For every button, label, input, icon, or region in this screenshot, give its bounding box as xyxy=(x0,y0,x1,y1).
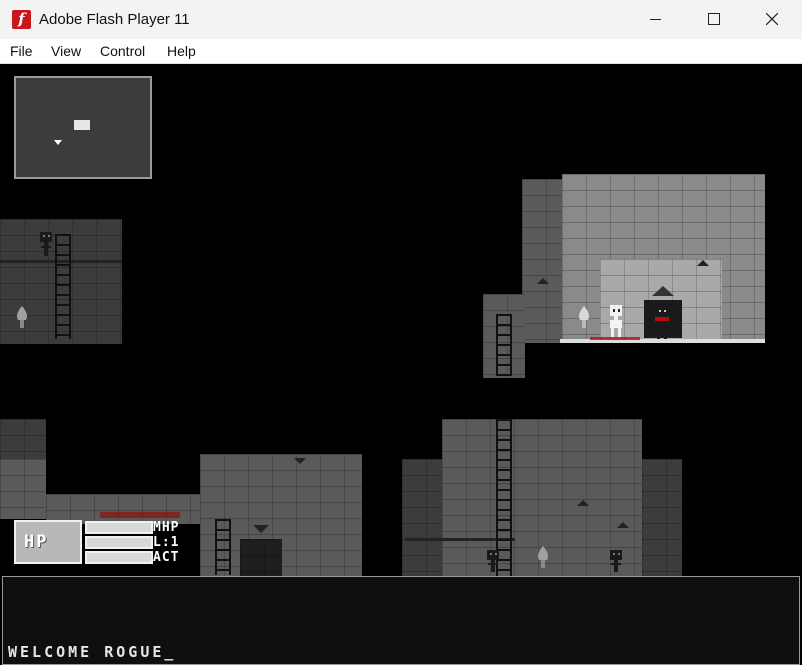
message-log: WELCOME ROGUE_ xyxy=(2,576,800,665)
minimap-room-marker xyxy=(74,120,90,130)
ladder xyxy=(215,519,231,575)
mhp-bar xyxy=(85,521,153,534)
minimap xyxy=(14,76,152,179)
shadow-creature-sprite xyxy=(487,550,499,572)
menu-file[interactable]: File xyxy=(10,42,33,60)
ladder xyxy=(55,234,71,339)
mhp-label: MHP xyxy=(153,520,180,535)
shadow-creature-sprite xyxy=(40,232,52,256)
ceiling-drip-icon xyxy=(697,260,709,266)
action-bar xyxy=(85,551,153,564)
torch-icon xyxy=(17,306,27,328)
dungeon-room xyxy=(0,459,46,519)
minimize-icon xyxy=(650,19,661,20)
close-button[interactable] xyxy=(743,0,801,39)
menu-help[interactable]: Help xyxy=(167,42,196,60)
maximize-icon xyxy=(708,13,720,25)
game-viewport[interactable]: HP MHP L:1 ACT WELCOME ROGUE_ xyxy=(0,64,802,665)
skeleton-sprite[interactable] xyxy=(607,305,625,339)
close-icon xyxy=(766,13,778,25)
log-message: WELCOME ROGUE_ xyxy=(8,643,177,661)
flash-player-window: f Adobe Flash Player 11 File View Contro… xyxy=(0,0,802,665)
level-bar xyxy=(85,536,153,549)
minimap-player-marker xyxy=(54,140,62,145)
menu-view[interactable]: View xyxy=(51,42,81,60)
level-label: L:1 xyxy=(153,535,180,550)
hp-label: HP xyxy=(24,532,49,552)
blood-splatter xyxy=(100,512,180,518)
action-label: ACT xyxy=(153,550,180,565)
ceiling-drip-icon xyxy=(617,522,629,528)
rogue-player-sprite xyxy=(655,306,669,339)
ceiling-drip-icon xyxy=(577,500,589,506)
window-title: Adobe Flash Player 11 xyxy=(39,11,190,28)
blood-splatter xyxy=(590,337,640,340)
flash-player-icon: f xyxy=(12,10,31,29)
torch-icon xyxy=(538,546,548,568)
ceiling-drip-icon xyxy=(537,278,549,284)
title-bar: f Adobe Flash Player 11 xyxy=(0,0,802,39)
torch-icon xyxy=(579,306,589,328)
minimize-button[interactable] xyxy=(627,0,685,39)
ceiling-drip-icon xyxy=(294,458,306,464)
shadow-creature-sprite xyxy=(610,550,622,572)
maximize-button[interactable] xyxy=(685,0,743,39)
doorway[interactable] xyxy=(240,539,282,576)
menu-control[interactable]: Control xyxy=(100,42,145,60)
menu-bar: File View Control Help xyxy=(0,39,802,64)
hp-panel: HP xyxy=(14,520,82,564)
ladder xyxy=(496,314,512,376)
